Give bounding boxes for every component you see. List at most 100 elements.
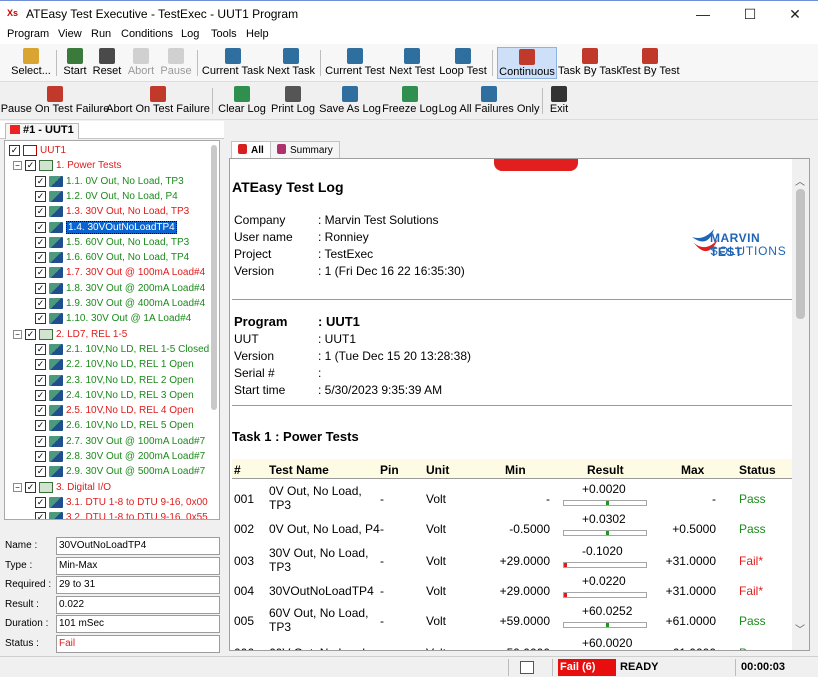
reset-button[interactable]: Reset bbox=[93, 47, 121, 79]
tree-test-item[interactable]: ✓ 2.7. 30V Out @ 100mA Load#7 bbox=[35, 434, 205, 449]
task-by-task-button[interactable]: Task By Task bbox=[558, 47, 622, 79]
menu-view[interactable]: View bbox=[58, 28, 82, 40]
checkbox-icon[interactable]: ✓ bbox=[35, 512, 46, 519]
checkbox-icon[interactable]: ✓ bbox=[35, 236, 46, 248]
tree-test-item[interactable]: ✓ 1.4. 30VOutNoLoadTP4 bbox=[35, 220, 177, 235]
table-row[interactable]: 004 30VOutNoLoadTP4- Volt +29.0000 +0.0220 +3… bbox=[232, 573, 794, 603]
menu-run[interactable]: Run bbox=[91, 28, 111, 40]
continuous-button[interactable]: Continuous bbox=[497, 47, 557, 79]
menu-program[interactable]: Program bbox=[7, 28, 49, 40]
tab-all[interactable]: All bbox=[231, 141, 271, 158]
test-by-test-button[interactable]: Test By Test bbox=[620, 47, 680, 79]
tree-test-item[interactable]: ✓ 1.7. 30V Out @ 100mA Load#4 bbox=[35, 265, 205, 280]
checkbox-icon[interactable]: ✓ bbox=[35, 221, 46, 233]
clear-log-button[interactable]: Clear Log bbox=[218, 85, 266, 117]
tree-test-item[interactable]: ✓ 1.9. 30V Out @ 400mA Load#4 bbox=[35, 296, 205, 311]
next-task-button[interactable]: Next Task bbox=[267, 47, 315, 79]
tree-task-item[interactable]: − ✓ 2. LD7, REL 1-5 bbox=[13, 327, 127, 342]
checkbox-icon[interactable]: ✓ bbox=[35, 190, 46, 202]
minimize-button[interactable]: — bbox=[680, 1, 726, 27]
collapse-icon[interactable]: − bbox=[13, 482, 22, 492]
tree-test-item[interactable]: ✓ 2.5. 10V,No LD, REL 4 Open bbox=[35, 403, 194, 418]
tree-test-item[interactable]: ✓ 1.6. 60V Out, No Load, TP4 bbox=[35, 250, 189, 265]
checkbox-icon[interactable]: ✓ bbox=[9, 145, 20, 156]
checkbox-icon[interactable]: ✓ bbox=[35, 343, 46, 355]
print-log-button[interactable]: Print Log bbox=[271, 85, 315, 117]
tree-test-item[interactable]: ✓ 1.2. 0V Out, No Load, P4 bbox=[35, 189, 178, 204]
pause-button[interactable]: Pause bbox=[160, 47, 192, 79]
exit-button[interactable]: Exit bbox=[549, 85, 569, 117]
test-log-view[interactable]: ATEasy Test Log Company: Marvin Test Sol… bbox=[229, 158, 810, 651]
checkbox-icon[interactable]: ✓ bbox=[35, 175, 46, 187]
checkbox-icon[interactable]: ✓ bbox=[35, 252, 46, 264]
tree-test-item[interactable]: ✓ 2.4. 10V,No LD, REL 3 Open bbox=[35, 388, 194, 403]
scroll-thumb[interactable] bbox=[796, 189, 805, 319]
checkbox-icon[interactable]: ✓ bbox=[35, 313, 46, 325]
checkbox-icon[interactable]: ✓ bbox=[25, 481, 36, 493]
checkbox-icon[interactable]: ✓ bbox=[25, 160, 36, 172]
checkbox-icon[interactable]: ✓ bbox=[35, 389, 46, 401]
close-button[interactable]: ✕ bbox=[772, 1, 818, 27]
checkbox-icon[interactable]: ✓ bbox=[35, 359, 46, 371]
tree-test-item[interactable]: ✓ 2.2. 10V,No LD, REL 1 Open bbox=[35, 357, 194, 372]
log-all-failures-only-button[interactable]: Log All Failures Only bbox=[439, 85, 539, 117]
table-row[interactable]: 002 0V Out, No Load, P4- Volt -0.5000 +0.030… bbox=[232, 511, 794, 541]
checkbox-icon[interactable]: ✓ bbox=[35, 435, 46, 447]
scroll-down-icon[interactable]: ﹀ bbox=[795, 621, 805, 636]
checkbox-icon[interactable]: ✓ bbox=[25, 328, 36, 340]
checkbox-icon[interactable]: ✓ bbox=[35, 267, 46, 279]
tree-test-item[interactable]: ✓ 2.9. 30V Out @ 500mA Load#7 bbox=[35, 464, 205, 479]
checkbox-icon[interactable]: ✓ bbox=[35, 420, 46, 432]
tree-test-item[interactable]: ✓ 1.10. 30V Out @ 1A Load#4 bbox=[35, 311, 191, 326]
menu-help[interactable]: Help bbox=[246, 28, 269, 40]
tree-task-item[interactable]: − ✓ 1. Power Tests bbox=[13, 158, 121, 173]
pause-on-test-failure-button[interactable]: Pause On Test Failure bbox=[1, 85, 109, 117]
test-tree[interactable]: ✓ UUT1− ✓ 1. Power Tests ✓ 1.1. 0V Out, No Lo… bbox=[4, 140, 220, 520]
maximize-button[interactable]: ☐ bbox=[727, 1, 773, 27]
checkbox-icon[interactable]: ✓ bbox=[35, 298, 46, 309]
current-task-button[interactable]: Current Task bbox=[202, 47, 264, 79]
abort-on-test-failure-button[interactable]: Abort On Test Failure bbox=[106, 85, 210, 117]
uut-tab[interactable]: #1 - UUT1 bbox=[5, 123, 79, 139]
scroll-up-icon[interactable]: ︿ bbox=[795, 173, 805, 188]
collapse-icon[interactable]: − bbox=[13, 329, 22, 339]
tree-test-item[interactable]: ✓ 2.3. 10V,No LD, REL 2 Open bbox=[35, 373, 194, 388]
collapse-icon[interactable]: − bbox=[13, 161, 22, 171]
tree-test-item[interactable]: ✓ 1.3. 30V Out, No Load, TP3 bbox=[35, 204, 189, 219]
table-row[interactable]: 005 60V Out, No Load, TP3 - Volt +59.0000 +60.… bbox=[232, 603, 794, 634]
checkbox-icon[interactable]: ✓ bbox=[35, 451, 46, 462]
loop-test-button[interactable]: Loop Test bbox=[439, 47, 487, 79]
checkbox-icon[interactable]: ✓ bbox=[35, 405, 46, 417]
select-button[interactable]: Select... bbox=[11, 47, 51, 79]
tree-test-item[interactable]: ✓ 3.1. DTU 1-8 to DTU 9-16, 0x00 bbox=[35, 495, 208, 510]
tree-test-item[interactable]: ✓ 1.8. 30V Out @ 200mA Load#4 bbox=[35, 281, 205, 296]
current-test-button[interactable]: Current Test bbox=[325, 47, 385, 79]
abort-button[interactable]: Abort bbox=[126, 47, 156, 79]
checkbox-icon[interactable]: ✓ bbox=[35, 496, 46, 508]
tree-test-item[interactable]: ✓ 2.8. 30V Out @ 200mA Load#7 bbox=[35, 449, 205, 464]
checkbox-icon[interactable]: ✓ bbox=[35, 374, 46, 386]
menu-tools[interactable]: Tools bbox=[211, 28, 237, 40]
table-row[interactable]: 006 60V Out, No Load, - Volt +59.0000 +60.002… bbox=[232, 635, 794, 650]
checkbox-icon[interactable]: ✓ bbox=[35, 206, 46, 218]
table-row[interactable]: 001 0V Out, No Load, TP3 - Volt - +0.0020 - Pass bbox=[232, 481, 794, 512]
tree-test-item[interactable]: ✓ 1.1. 0V Out, No Load, TP3 bbox=[35, 174, 184, 189]
tree-test-item[interactable]: ✓ 1.5. 60V Out, No Load, TP3 bbox=[35, 235, 189, 250]
tree-task-item[interactable]: − ✓ 3. Digital I/O bbox=[13, 480, 111, 495]
log-scrollbar[interactable]: ︿ ﹀ bbox=[792, 159, 809, 650]
tab-summary[interactable]: Summary bbox=[270, 141, 340, 158]
next-test-button[interactable]: Next Test bbox=[389, 47, 435, 79]
checkbox-icon[interactable]: ✓ bbox=[35, 466, 46, 478]
menu-conditions[interactable]: Conditions bbox=[121, 28, 173, 40]
tree-test-item[interactable]: ✓ 2.6. 10V,No LD, REL 5 Open bbox=[35, 418, 194, 433]
save-as-log-button[interactable]: Save As Log bbox=[319, 85, 381, 117]
tree-scrollbar[interactable] bbox=[211, 145, 217, 410]
freeze-log-button[interactable]: Freeze Log bbox=[382, 85, 438, 117]
start-button[interactable]: Start bbox=[62, 47, 88, 79]
tree-test-item[interactable]: ✓ 3.2. DTU 1-8 to DTU 9-16, 0x55 bbox=[35, 510, 208, 519]
table-row[interactable]: 003 30V Out, No Load, TP3 - Volt +29.0000 -0.1… bbox=[232, 543, 794, 574]
tree-uut-item[interactable]: ✓ UUT1 bbox=[9, 143, 66, 158]
menu-log[interactable]: Log bbox=[181, 28, 199, 40]
tree-test-item[interactable]: ✓ 2.1. 10V,No LD, REL 1-5 Closed bbox=[35, 342, 209, 357]
checkbox-icon[interactable]: ✓ bbox=[35, 282, 46, 294]
